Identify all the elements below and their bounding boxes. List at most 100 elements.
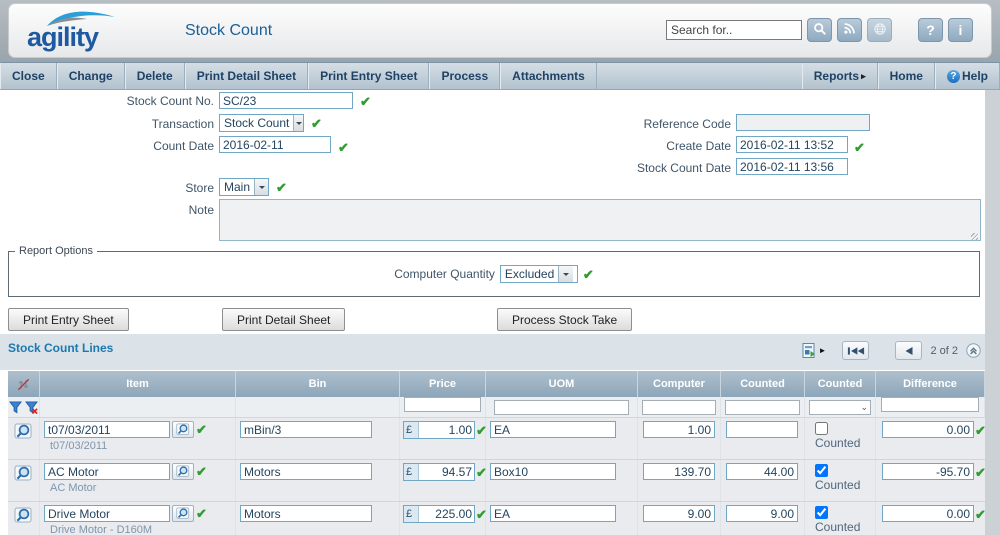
column-header-price[interactable]: Price — [400, 371, 486, 397]
difference-input[interactable] — [882, 463, 974, 480]
clear-filter-icon[interactable] — [25, 401, 38, 414]
menu-item-help[interactable]: ? Help — [935, 63, 1000, 89]
counted-qty-input[interactable] — [726, 463, 798, 480]
column-header-rowtools[interactable] — [8, 371, 40, 397]
row-preview-button[interactable] — [13, 465, 35, 484]
stock-count-date-input[interactable] — [736, 158, 848, 175]
computer-quantity-select[interactable]: Excluded — [500, 265, 578, 283]
menu-item-print-detail-sheet[interactable]: Print Detail Sheet — [185, 63, 308, 89]
reference-code-input[interactable] — [736, 114, 870, 131]
menu-item-home[interactable]: Home — [878, 63, 935, 89]
uom-input[interactable] — [490, 421, 616, 438]
menu-item-attachments[interactable]: Attachments — [500, 63, 597, 89]
transaction-select[interactable]: Stock Count — [219, 114, 304, 132]
resize-grip-icon[interactable] — [971, 233, 978, 240]
create-date-input[interactable] — [736, 136, 848, 153]
item-lookup-button[interactable] — [172, 505, 194, 522]
counted-checkbox[interactable] — [815, 422, 828, 435]
stock-count-date-label: Stock Count Date — [460, 161, 731, 175]
item-input[interactable] — [44, 463, 170, 480]
counted-checkbox-label: Counted — [815, 436, 860, 450]
item-input[interactable] — [44, 505, 170, 522]
previous-page-button[interactable] — [895, 341, 922, 360]
difference-input[interactable] — [882, 421, 974, 438]
note-textarea[interactable] — [219, 199, 981, 241]
menu-item-change[interactable]: Change — [57, 63, 125, 89]
price-input[interactable] — [419, 506, 474, 522]
uom-filter-input[interactable] — [494, 400, 630, 415]
rss-feed-button[interactable] — [837, 18, 862, 42]
count-date-label: Count Date — [0, 139, 214, 153]
column-header-uom[interactable]: UOM — [486, 371, 638, 397]
column-header-counted[interactable]: Counted — [721, 371, 805, 397]
table-filter-row: ⌄ — [8, 397, 985, 418]
item-input[interactable] — [44, 421, 170, 438]
item-description: AC Motor — [50, 482, 235, 494]
row-preview-button[interactable] — [13, 423, 35, 442]
export-button[interactable]: ► — [801, 342, 827, 359]
counted-checkbox[interactable] — [815, 464, 828, 477]
computer-qty-input[interactable] — [643, 421, 715, 438]
apply-filter-icon[interactable] — [9, 401, 22, 414]
valid-check-icon: ✔ — [196, 507, 207, 520]
item-lookup-button[interactable] — [172, 421, 194, 438]
menu-item-reports[interactable]: Reports▸ — [802, 63, 878, 89]
counted-qty-input[interactable] — [726, 505, 798, 522]
count-date-input[interactable] — [219, 136, 331, 153]
column-header-difference[interactable]: Difference — [876, 371, 985, 397]
report-options-fieldset: Report Options Computer Quantity Exclude… — [8, 245, 980, 297]
stock-count-no-input[interactable] — [219, 92, 353, 109]
price-input[interactable] — [419, 422, 474, 438]
item-lookup-button[interactable] — [172, 463, 194, 480]
transaction-label: Transaction — [0, 117, 214, 131]
print-detail-sheet-button[interactable]: Print Detail Sheet — [222, 308, 345, 331]
price-input[interactable] — [419, 464, 474, 480]
print-entry-sheet-button[interactable]: Print Entry Sheet — [8, 308, 129, 331]
sort-disabled-icon — [16, 377, 31, 392]
menu-item-close[interactable]: Close — [0, 63, 57, 89]
search-button[interactable] — [807, 18, 832, 42]
column-header-item[interactable]: Item — [40, 371, 236, 397]
first-page-button[interactable] — [842, 341, 869, 360]
bin-input[interactable] — [240, 505, 372, 522]
lookup-icon — [176, 423, 191, 436]
counted-flag-filter-select[interactable]: ⌄ — [809, 400, 871, 415]
scroll-track[interactable] — [985, 90, 1000, 535]
uom-input[interactable] — [490, 505, 616, 522]
export-menu-arrow-icon: ► — [819, 346, 827, 355]
row-preview-button[interactable] — [13, 507, 35, 526]
price-filter-input[interactable] — [404, 397, 481, 412]
column-header-bin[interactable]: Bin — [236, 371, 400, 397]
view-detail-icon — [14, 423, 34, 440]
stock-count-lines-title: Stock Count Lines — [8, 341, 113, 355]
dropdown-arrow-icon — [558, 266, 573, 282]
view-detail-icon — [14, 507, 34, 524]
difference-input[interactable] — [882, 505, 974, 522]
counted-qty-input[interactable] — [726, 421, 798, 438]
store-select[interactable]: Main — [219, 178, 269, 196]
computer-qty-input[interactable] — [643, 463, 715, 480]
column-header-computer[interactable]: Computer — [638, 371, 721, 397]
menu-item-delete[interactable]: Delete — [125, 63, 185, 89]
uom-input[interactable] — [490, 463, 616, 480]
globe-button[interactable] — [867, 18, 892, 42]
computer-qty-input[interactable] — [643, 505, 715, 522]
store-label: Store — [0, 181, 214, 195]
menu-item-print-entry-sheet[interactable]: Print Entry Sheet — [308, 63, 429, 89]
valid-check-icon: ✔ — [583, 268, 594, 281]
bin-input[interactable] — [240, 463, 372, 480]
difference-filter-input[interactable] — [881, 397, 978, 412]
collapse-section-icon[interactable] — [966, 343, 981, 358]
search-input[interactable] — [666, 20, 802, 40]
lookup-icon — [176, 465, 191, 478]
menu-item-process[interactable]: Process — [429, 63, 500, 89]
counted-filter-input[interactable] — [725, 400, 800, 415]
column-header-counted-flag[interactable]: Counted — [805, 371, 876, 397]
counted-checkbox[interactable] — [815, 506, 828, 519]
bin-input[interactable] — [240, 421, 372, 438]
info-button[interactable]: i — [948, 18, 973, 42]
help-button[interactable]: ? — [918, 18, 943, 42]
process-stock-take-button[interactable]: Process Stock Take — [497, 308, 632, 331]
table-row: ✔ Drive Motor - D160M £ ✔ Counted — [8, 502, 985, 535]
computer-filter-input[interactable] — [642, 400, 716, 415]
